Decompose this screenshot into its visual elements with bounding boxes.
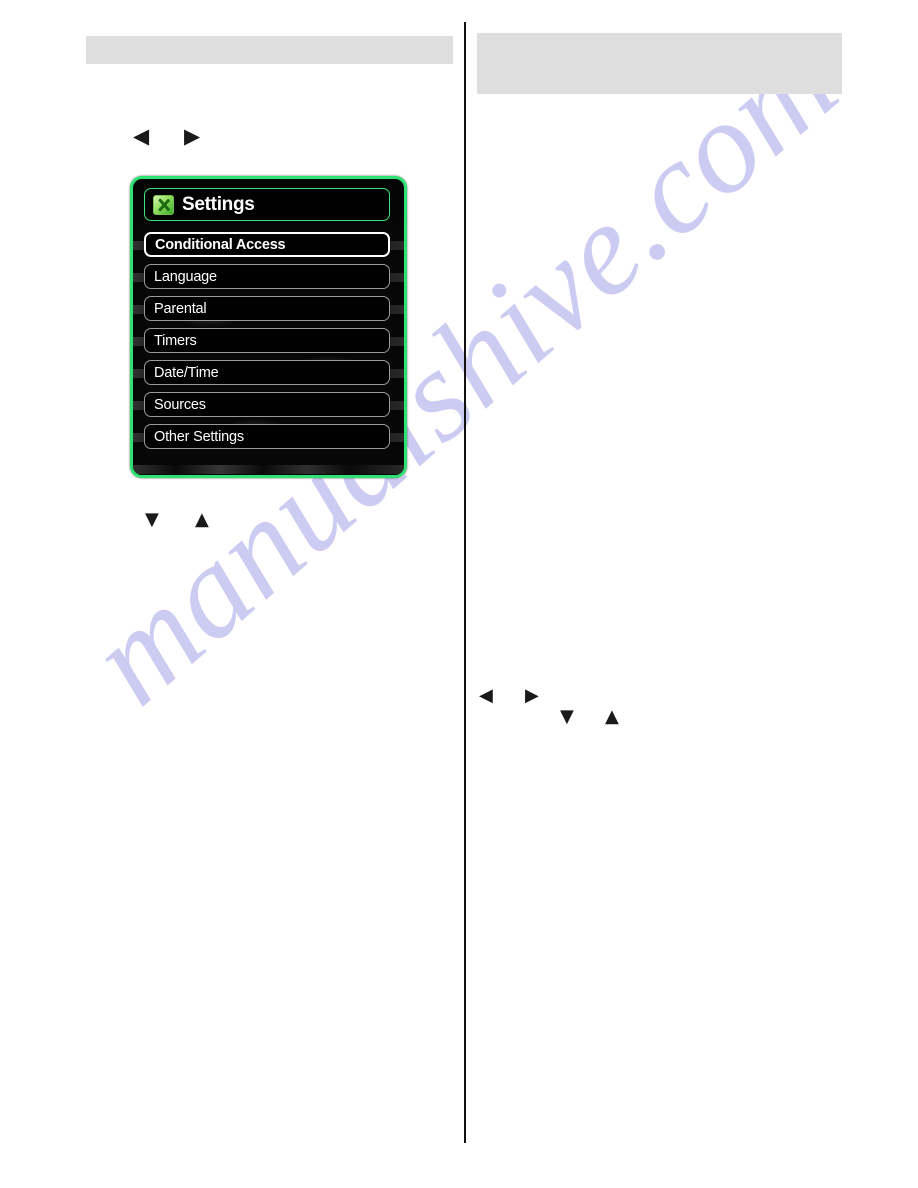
right-column-header-bar bbox=[477, 33, 842, 94]
tv-menu-title: Settings bbox=[182, 193, 255, 215]
menu-item-sources[interactable]: Sources bbox=[144, 392, 390, 417]
right-arrow-icon: ▶ bbox=[184, 124, 201, 148]
left-arrow-icon: ◀ bbox=[133, 124, 150, 148]
menu-item-timers[interactable]: Timers bbox=[144, 328, 390, 353]
right-column-left-arrow-icon: ◀ bbox=[479, 685, 493, 706]
menu-item-language[interactable]: Language bbox=[144, 264, 390, 289]
left-column-header-bar bbox=[86, 36, 453, 64]
menu-item-parental[interactable]: Parental bbox=[144, 296, 390, 321]
right-column-up-arrow-icon: ▲ bbox=[605, 706, 619, 727]
right-column-right-arrow-icon: ▶ bbox=[525, 685, 539, 706]
right-column-down-arrow-icon: ▼ bbox=[560, 706, 574, 727]
tv-settings-menu-screenshot: Settings Conditional Access Language Par… bbox=[130, 176, 407, 478]
settings-tools-icon bbox=[153, 194, 174, 215]
column-divider bbox=[464, 22, 466, 1143]
tv-menu-title-bar: Settings bbox=[144, 188, 390, 221]
tv-menu-list: Conditional Access Language Parental Tim… bbox=[144, 232, 390, 456]
down-arrow-icon: ▼ bbox=[145, 509, 159, 530]
menu-item-date-time[interactable]: Date/Time bbox=[144, 360, 390, 385]
menu-item-other-settings[interactable]: Other Settings bbox=[144, 424, 390, 449]
manual-page: ◀ ▶ Settings Conditional Access Language… bbox=[0, 0, 918, 1188]
menu-item-conditional-access[interactable]: Conditional Access bbox=[144, 232, 390, 257]
up-arrow-icon: ▲ bbox=[195, 509, 209, 530]
